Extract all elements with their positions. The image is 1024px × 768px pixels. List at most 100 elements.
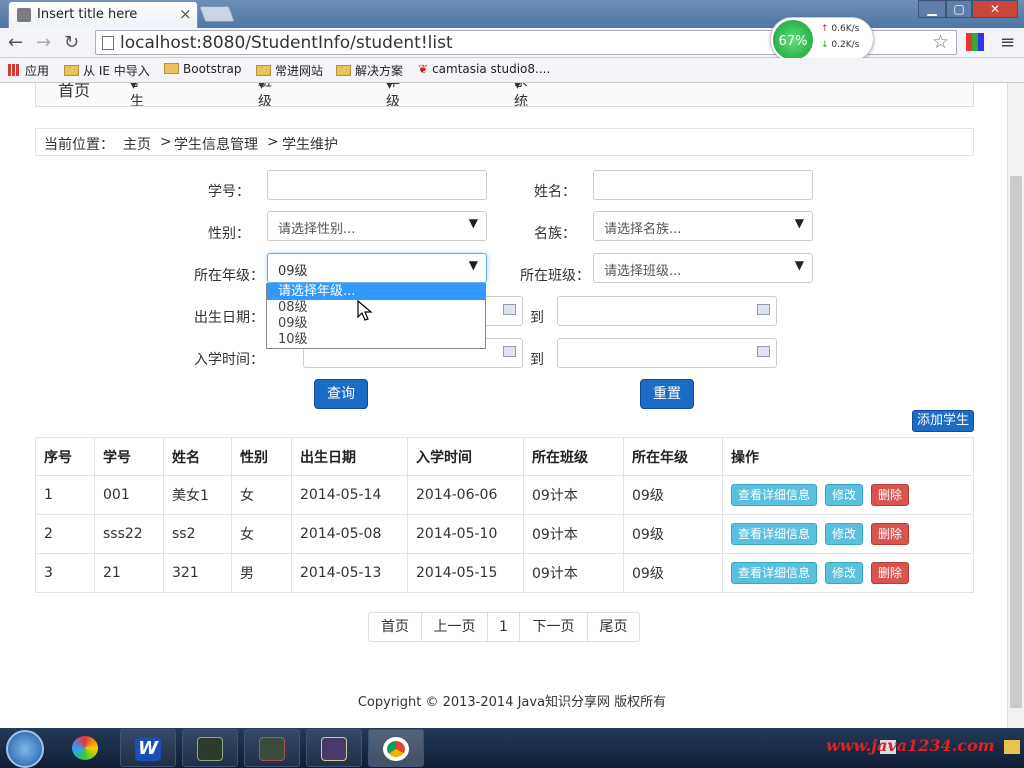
cell-actions: 查看详细信息 修改 删除 <box>722 514 974 554</box>
col-header-index: 序号 <box>44 449 72 466</box>
class-select[interactable]: 请选择班级... ▼ <box>593 253 813 283</box>
tab-close-icon[interactable]: × <box>179 5 192 23</box>
breadcrumb-sep: > <box>160 134 172 150</box>
edit-button[interactable]: 修改 <box>825 523 863 545</box>
nav-system-mgmt[interactable]: 系统管理 ▾ <box>514 83 528 106</box>
menu-icon[interactable]: ≡ <box>1000 32 1015 53</box>
enroll-date-to-input[interactable] <box>557 338 777 368</box>
query-button[interactable]: 查询 <box>314 379 368 409</box>
browser-tab[interactable]: Insert title here × <box>8 1 198 28</box>
breadcrumb-section[interactable]: 学生信息管理 <box>174 134 258 154</box>
student-no-label: 学号： <box>208 184 250 200</box>
nav-grade-mgmt[interactable]: 年级信息管理 ▾ <box>386 83 400 106</box>
grade-option[interactable]: 08级 <box>267 300 485 316</box>
page-first[interactable]: 首页 <box>369 613 421 641</box>
cell-birth: 2014-05-14 <box>291 475 408 515</box>
gender-select[interactable]: 请选择性别... ▼ <box>267 211 487 241</box>
nav-student-mgmt[interactable]: 学生信息管理 ▾ <box>130 83 144 106</box>
bookmark-apps[interactable]: 应用 <box>8 62 49 79</box>
bookmark-common-sites[interactable]: 常进网站 <box>256 62 323 79</box>
footer-copyright: Copyright © 2013-2014 Java知识分享网 版权所有 <box>357 695 667 710</box>
class-select-value: 请选择班级... <box>604 264 682 279</box>
back-arrow-icon[interactable]: ← <box>8 32 23 53</box>
apps-grid-icon <box>8 64 20 76</box>
calendar-icon[interactable] <box>757 346 770 357</box>
nav-class-mgmt[interactable]: 班级信息管理 ▾ <box>258 83 272 106</box>
start-button[interactable] <box>6 730 44 768</box>
page-icon <box>102 36 114 50</box>
cell-index: 1 <box>35 475 95 515</box>
calendar-icon[interactable] <box>757 304 770 315</box>
page-next[interactable]: 下一页 <box>519 613 587 641</box>
delete-button[interactable]: 删除 <box>871 562 909 584</box>
taskbar-app-terminal[interactable] <box>182 729 238 767</box>
grade-dropdown-list: 请选择年级... 08级 09级 10级 <box>266 283 486 349</box>
col-header-class: 所在班级 <box>523 437 624 476</box>
folder-icon <box>64 65 79 76</box>
grade-select[interactable]: 09级 ▼ <box>267 253 487 283</box>
cell-student-no: 21 <box>94 553 164 593</box>
view-detail-button[interactable]: 查看详细信息 <box>731 484 817 506</box>
name-input[interactable] <box>593 170 813 200</box>
download-speed: ↓ 0.2K/s <box>821 40 860 50</box>
bookmark-ie-import[interactable]: 从 IE 中导入 <box>64 62 150 79</box>
bookmark-camtasia[interactable]: ❦ camtasia studio8.... <box>418 62 550 76</box>
breadcrumb-sep: > <box>267 134 279 150</box>
extension-icon[interactable] <box>966 33 984 51</box>
add-student-button[interactable]: 添加学生 <box>912 410 974 432</box>
scrollbar-thumb[interactable] <box>1010 176 1022 708</box>
camtasia-icon: ❦ <box>418 62 429 76</box>
view-detail-button[interactable]: 查看详细信息 <box>731 523 817 545</box>
ethnic-select[interactable]: 请选择名族... ▼ <box>593 211 813 241</box>
cell-student-no: sss22 <box>94 514 164 554</box>
taskbar-app-tool[interactable] <box>244 729 300 767</box>
nav-home[interactable]: 首页 <box>58 83 90 101</box>
calendar-icon[interactable] <box>503 346 516 357</box>
caret-down-icon: ▼ <box>468 216 478 230</box>
birth-date-to-input[interactable] <box>557 296 777 326</box>
taskbar-app-colorful[interactable] <box>58 729 114 767</box>
tray-notification-icon[interactable] <box>1004 740 1020 754</box>
delete-button[interactable]: 删除 <box>871 484 909 506</box>
taskbar-app-eclipse[interactable] <box>306 729 362 767</box>
table-row: 1 001 美女1 女 2014-05-14 2014-06-06 09计本 0… <box>35 475 974 515</box>
grade-option[interactable]: 09级 <box>267 316 485 332</box>
table-row: 3 21 321 男 2014-05-13 2014-05-15 09计本 09… <box>35 553 974 593</box>
bookmark-bootstrap[interactable]: Bootstrap <box>164 62 241 76</box>
minimize-button[interactable]: ▁ <box>918 0 946 18</box>
delete-button[interactable]: 删除 <box>871 523 909 545</box>
grade-option[interactable]: 请选择年级... <box>267 284 485 300</box>
bookmark-star-icon[interactable]: ☆ <box>932 31 949 53</box>
reload-icon[interactable]: ↻ <box>64 32 79 53</box>
reset-button[interactable]: 重置 <box>640 379 694 409</box>
forward-arrow-icon[interactable]: → <box>36 32 51 53</box>
caret-down-icon: ▼ <box>794 216 804 230</box>
folder-icon <box>336 65 351 76</box>
view-detail-button[interactable]: 查看详细信息 <box>731 562 817 584</box>
taskbar-app-word[interactable]: W <box>120 729 176 767</box>
grade-option[interactable]: 10级 <box>267 332 485 348</box>
birth-date-to-label: 到 <box>530 310 544 326</box>
page-favicon-icon <box>17 8 31 22</box>
edit-button[interactable]: 修改 <box>825 484 863 506</box>
col-header-name: 姓名 <box>163 437 232 476</box>
calendar-icon[interactable] <box>503 304 516 315</box>
bookmark-solutions[interactable]: 解决方案 <box>336 62 403 79</box>
cell-class: 09计本 <box>523 514 624 554</box>
page-last[interactable]: 尾页 <box>587 613 639 641</box>
maximize-button[interactable]: ▢ <box>946 0 972 18</box>
edit-button[interactable]: 修改 <box>825 562 863 584</box>
cell-gender: 女 <box>231 475 292 515</box>
close-window-button[interactable]: ✕ <box>972 0 1018 18</box>
breadcrumb-home[interactable]: 主页 <box>123 134 151 154</box>
new-tab-button[interactable] <box>199 6 235 22</box>
taskbar-app-chrome[interactable] <box>368 729 424 767</box>
page-number[interactable]: 1 <box>487 613 519 641</box>
page-prev[interactable]: 上一页 <box>421 613 487 641</box>
network-speed-widget[interactable]: 67% ↑ 0.6K/s ↓ 0.2K/s <box>770 17 874 62</box>
student-no-input[interactable] <box>267 170 487 200</box>
col-header-grade: 所在年级 <box>623 437 723 476</box>
col-header-enroll: 入学时间 <box>407 437 524 476</box>
class-label: 所在班级： <box>520 268 590 284</box>
cell-birth: 2014-05-13 <box>291 553 408 593</box>
